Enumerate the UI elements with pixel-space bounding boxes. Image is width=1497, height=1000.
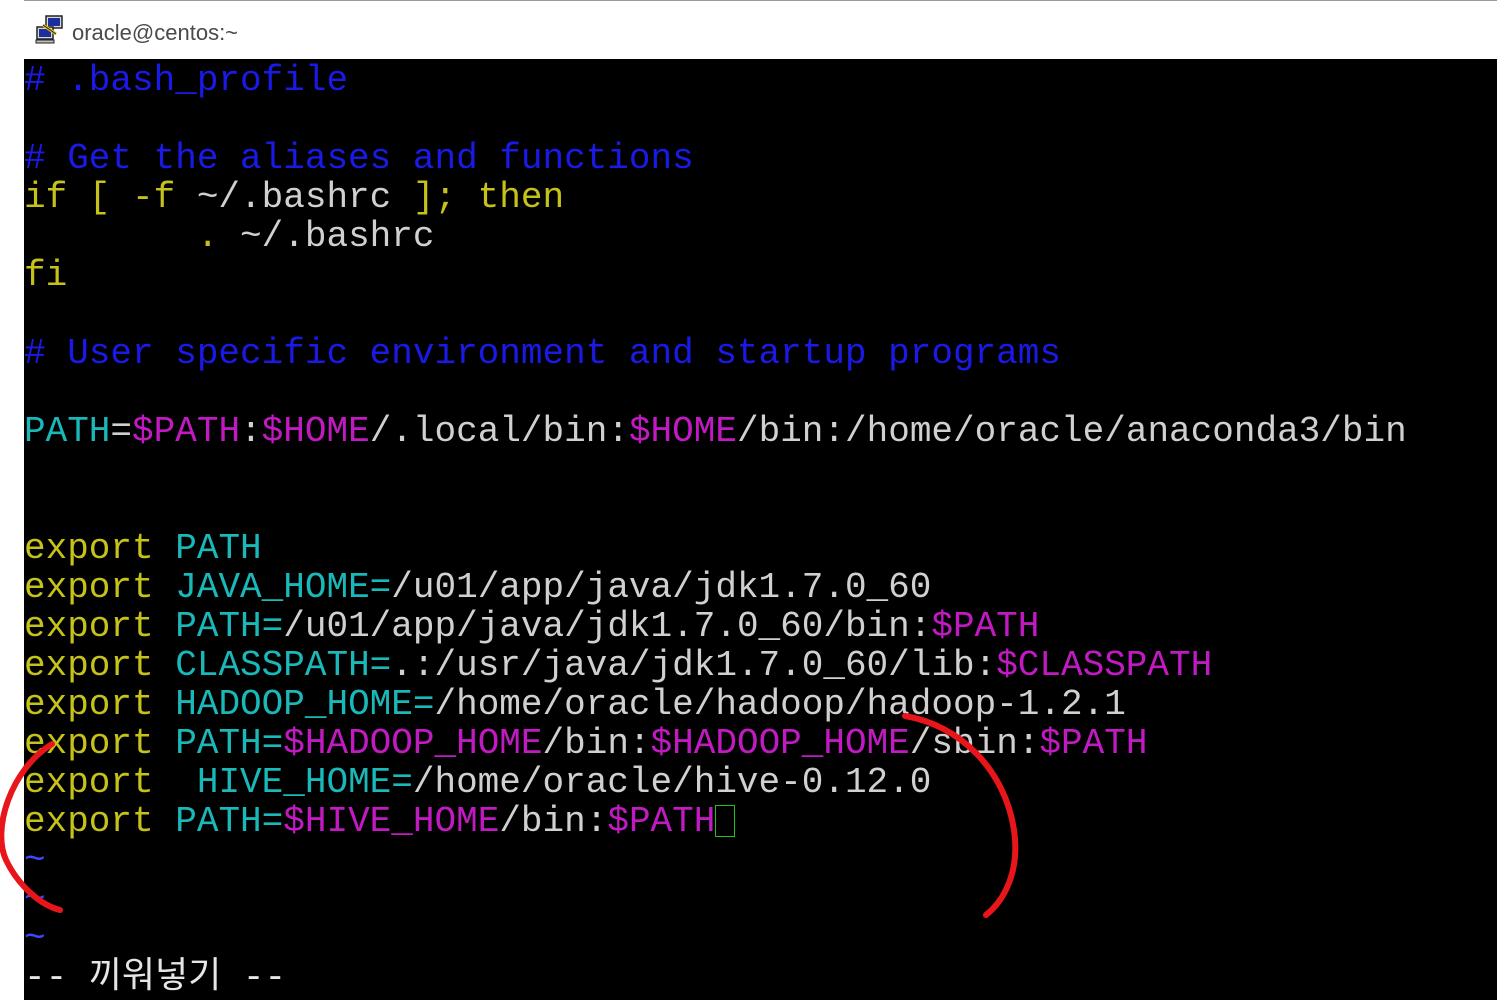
terminal-text-segment: /u01/app/java/jdk1.7.0_60/bin: (283, 606, 932, 647)
terminal-text-segment: . (24, 216, 241, 257)
vim-mode-status-line: -- 끼워넣기 -- (24, 957, 287, 996)
terminal-text-segment: export (24, 567, 176, 608)
terminal-line: # Get the aliases and functions (24, 139, 694, 178)
window-title: oracle@centos:~ (72, 20, 239, 45)
terminal-screen[interactable]: # .bash_profile # Get the aliases and fun… (24, 59, 1497, 996)
terminal-text-segment: /bin:/home/oracle/anaconda3/bin (736, 411, 1407, 452)
terminal-text-segment: $HOME (261, 411, 370, 452)
terminal-line: export HADOOP_HOME=/home/oracle/hadoop/h… (24, 685, 1126, 724)
terminal-text-segment: .:/usr/java/jdk1.7.0_60/lib: (391, 645, 997, 686)
terminal-line: fi (24, 256, 67, 295)
terminal-text-segment: : (240, 411, 262, 452)
terminal-text-segment: /u01/app/java/jdk1.7.0_60 (391, 567, 932, 608)
terminal-text-segment: ~ (24, 840, 46, 881)
terminal-line: export PATH (24, 529, 262, 568)
terminal-text-segment: PATH= (175, 801, 284, 842)
text-cursor (715, 805, 736, 837)
terminal-text-segment: $HOME (628, 411, 737, 452)
terminal-text-segment: export (24, 762, 176, 803)
terminal-line: ~ (24, 880, 46, 919)
terminal-text-segment: $HADOOP_HOME (650, 723, 910, 764)
terminal-text-segment: export (24, 801, 176, 842)
terminal-line: . ~/.bashrc (24, 216, 435, 257)
terminal-text-segment: HADOOP_HOME= (175, 684, 435, 725)
terminal-text-segment: PATH (24, 411, 111, 452)
terminal-text-segment: $PATH (931, 606, 1040, 647)
terminal-text-segment: PATH (175, 528, 262, 569)
terminal-line: export PATH=$HADOOP_HOME/bin:$HADOOP_HOM… (24, 724, 1147, 763)
terminal-text-segment: PATH= (175, 723, 284, 764)
terminal-text-segment: $HADOOP_HOME (283, 723, 543, 764)
terminal-text-segment: /home/oracle/hive-0.12.0 (412, 762, 932, 803)
terminal-text-segment: # Get the aliases and functions (24, 138, 694, 179)
terminal-line: export PATH=$HIVE_HOME/bin:$PATH (24, 801, 736, 842)
terminal-text-segment: ]; then (391, 177, 565, 218)
terminal-text-segment: HIVE_HOME= (175, 762, 413, 803)
terminal-text-segment: $PATH (132, 411, 241, 452)
terminal-line: export JAVA_HOME=/u01/app/java/jdk1.7.0_… (24, 568, 931, 607)
terminal-text-segment: PATH= (175, 606, 284, 647)
terminal-text-segment: /bin: (542, 723, 651, 764)
terminal-text-segment: /sbin: (909, 723, 1040, 764)
terminal-text-segment: export (24, 723, 176, 764)
terminal-text-segment: $CLASSPATH (996, 645, 1213, 686)
terminal-line: PATH=$PATH:$HOME/.local/bin:$HOME/bin:/h… (24, 412, 1407, 451)
terminal-text-segment: export (24, 606, 176, 647)
terminal-text-segment: export (24, 645, 176, 686)
title-bar[interactable]: oracle@centos:~ (24, 0, 1497, 59)
putty-terminal-icon (35, 15, 63, 44)
terminal-text-segment: JAVA_HOME= (175, 567, 392, 608)
terminal-text-segment: $PATH (1039, 723, 1148, 764)
terminal-text-segment: ~/.bashrc (240, 216, 435, 257)
terminal-text-segment: ~ (24, 918, 46, 959)
terminal-line: ~ (24, 919, 46, 958)
terminal-text-segment: ~ (24, 879, 46, 920)
terminal-line: export PATH=/u01/app/java/jdk1.7.0_60/bi… (24, 607, 1039, 646)
terminal-line: ~ (24, 841, 46, 880)
terminal-text-segment: # User specific environment and startup … (24, 333, 1061, 374)
terminal-text-segment: export (24, 528, 176, 569)
terminal-bottom-edge (24, 996, 1497, 1000)
terminal-text-segment: # .bash_profile (24, 60, 349, 101)
terminal-window: oracle@centos:~ # .bash_profile # Get the… (0, 0, 1497, 1000)
terminal-line: export CLASSPATH=.:/usr/java/jdk1.7.0_60… (24, 646, 1212, 685)
terminal-text-segment: if [ -f (24, 177, 197, 218)
terminal-text-segment: $PATH (607, 801, 716, 842)
terminal-text-segment: ~/.bashrc (196, 177, 392, 218)
terminal-text-segment: export (24, 684, 176, 725)
terminal-text-segment: $HIVE_HOME (283, 801, 500, 842)
terminal-line: # .bash_profile (24, 61, 348, 100)
terminal-text-segment: /home/oracle/hadoop/hadoop-1.2.1 (434, 684, 1126, 725)
terminal-text-segment: /bin: (499, 801, 608, 842)
terminal-text-segment: = (110, 411, 133, 452)
terminal-text-segment: /.local/bin: (369, 411, 629, 452)
terminal-line: if [ -f ~/.bashrc ]; then (24, 178, 564, 217)
terminal-line: export HIVE_HOME=/home/oracle/hive-0.12.… (24, 763, 931, 802)
terminal-text-segment: CLASSPATH= (175, 645, 392, 686)
terminal-line: # User specific environment and startup … (24, 334, 1061, 373)
terminal-text-segment: fi (24, 255, 68, 296)
